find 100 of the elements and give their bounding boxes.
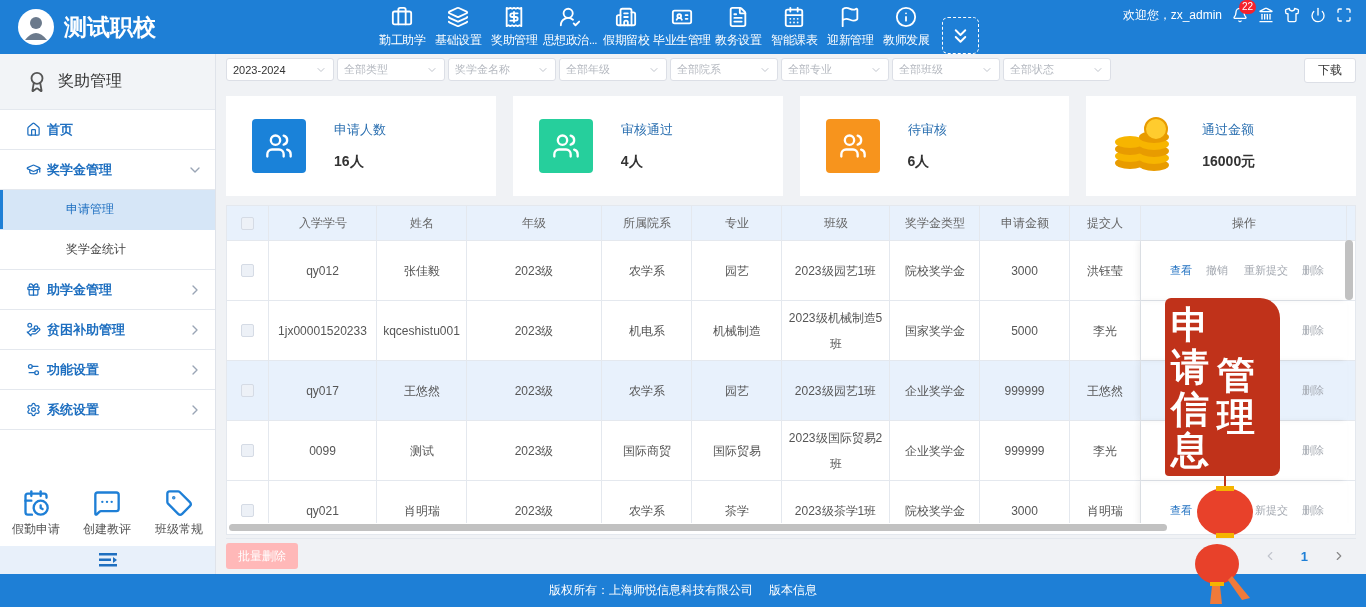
scrollbar[interactable]: [229, 524, 1167, 531]
nav-icon: [895, 6, 917, 28]
copyright: 版权所有：上海师悦信息科技有限公司: [549, 582, 753, 599]
checkbox[interactable]: [241, 324, 254, 337]
nav-item[interactable]: 教务设置: [710, 6, 766, 54]
stat-label: 通过金额: [1202, 121, 1256, 139]
table-cell-text: 2023级: [514, 502, 554, 520]
checkbox[interactable]: [241, 444, 254, 457]
menu-icon: [26, 122, 41, 137]
stat-value: 16人: [334, 153, 365, 171]
filter-select[interactable]: 2023-2024: [226, 58, 334, 81]
school-name: 测试职校: [64, 12, 157, 42]
table-cell-text: 3000: [1011, 262, 1038, 280]
menu-icon: [26, 402, 41, 417]
table-cell-text: qy012: [306, 262, 339, 280]
table-cell-text: qy021: [306, 502, 339, 520]
table-cell-text: 999999: [1004, 442, 1045, 460]
table-cell-text: 农学系: [628, 382, 665, 400]
table-cell-text: 王悠然: [1087, 382, 1123, 400]
nav-icon: [839, 6, 861, 28]
nav-icon: [391, 6, 413, 28]
action-link[interactable]: 查看: [1170, 263, 1192, 278]
checkbox[interactable]: [241, 264, 254, 277]
power-icon[interactable]: [1310, 7, 1326, 23]
nav-item[interactable]: 迎新管理: [822, 6, 878, 54]
shirt-icon[interactable]: [1284, 7, 1300, 23]
table-cell-text: 农学系: [628, 262, 665, 280]
menu-icon: [26, 162, 41, 177]
nav-item[interactable]: 思想政治...: [542, 6, 598, 54]
action-link[interactable]: 查看: [1170, 503, 1192, 518]
collapse-button[interactable]: [0, 546, 215, 574]
checkbox[interactable]: [241, 216, 254, 230]
download-button[interactable]: 下载: [1304, 58, 1356, 83]
table-cell-text: 2023级茶学1班: [794, 502, 877, 520]
stat-value: 6人: [907, 153, 931, 171]
nav-item[interactable]: 奖助管理: [486, 6, 542, 54]
checkbox[interactable]: [241, 504, 254, 517]
table-cell-text: 2023级: [514, 262, 554, 280]
stat-label: 待审核: [907, 121, 947, 139]
nav-icon: [559, 6, 581, 28]
table-cell-text: 企业奖学金: [904, 442, 965, 460]
table-cell-text: 茶学: [724, 502, 749, 520]
nav-icon: [783, 6, 805, 28]
menu-item[interactable]: 首页: [0, 110, 215, 150]
checkbox[interactable]: [241, 384, 254, 397]
table-cell-text: 张佳毅: [403, 262, 440, 280]
greeting: 欢迎您，zx_admin: [1122, 7, 1222, 24]
table-cell-text: 院校奖学金: [904, 502, 965, 520]
more-button[interactable]: [942, 17, 979, 54]
menu-item[interactable]: 系统设置: [0, 390, 215, 430]
table-cell-text: kqceshistu001: [383, 322, 460, 340]
table-cell-text: 农学系: [628, 502, 665, 520]
menu-item[interactable]: 功能设置: [0, 350, 215, 390]
table-cell-text: 肖明瑞: [1087, 502, 1123, 520]
quick-link[interactable]: 创建教评: [83, 489, 132, 538]
submenu-item[interactable]: 申请管理: [0, 190, 215, 230]
quick-link[interactable]: 班级常规: [155, 489, 204, 538]
nav-item[interactable]: 基础设置: [430, 6, 486, 54]
nav-item[interactable]: 勤工助学: [374, 6, 430, 54]
table-cell-text: 国家奖学金: [904, 322, 965, 340]
table-cell-text: 2023级园艺1班: [794, 262, 877, 280]
nav-item[interactable]: 假期留校: [598, 6, 654, 54]
scrollbar[interactable]: [1345, 240, 1353, 300]
table-cell-text: 国际商贸: [622, 442, 671, 460]
nav-icon: [727, 6, 749, 28]
stat-value: 4人: [620, 153, 644, 171]
table-cell-text: 洪钰莹: [1087, 262, 1123, 280]
nav-item[interactable]: 智能课表: [766, 6, 822, 54]
quick-link[interactable]: 假勤申请: [11, 489, 60, 538]
table-cell-text: 999999: [1004, 382, 1045, 400]
table-cell-text: 3000: [1011, 502, 1038, 520]
nav-item[interactable]: 毕业生管理: [654, 6, 710, 54]
quick-link-icon: [165, 489, 194, 517]
table-cell-text: 测试: [409, 442, 434, 460]
nav-icon: [503, 6, 525, 28]
bank-icon[interactable]: [1258, 7, 1274, 23]
nav-item[interactable]: 教师发展: [878, 6, 934, 54]
table-cell-text: 园艺: [724, 262, 749, 280]
menu-icon: [26, 362, 41, 377]
table-cell-text: 李光: [1093, 322, 1117, 340]
table-cell-text: 2023级: [514, 442, 554, 460]
table-cell-text: 机械制造: [712, 322, 761, 340]
nav-icon: [615, 6, 637, 28]
table-cell-text: 企业奖学金: [904, 382, 965, 400]
fullscreen-icon[interactable]: [1336, 7, 1352, 23]
table-cell-text: 院校奖学金: [904, 262, 965, 280]
menu-item[interactable]: 助学金管理: [0, 270, 215, 310]
notification-badge: 22: [1239, 0, 1257, 14]
page-number[interactable]: 1: [1300, 548, 1308, 564]
menu-item[interactable]: 贫困补助管理: [0, 310, 215, 350]
version-link[interactable]: 版本信息: [769, 582, 817, 599]
table-cell-text: 2023级国际贸易2班: [787, 429, 884, 473]
table-cell-text: 2023级机械制造5班: [787, 309, 884, 353]
nav-icon: [447, 6, 469, 28]
table-cell-text: 李光: [1093, 442, 1117, 460]
table-cell-text: qy017: [306, 382, 339, 400]
table-cell-text: 2023级园艺1班: [794, 382, 877, 400]
table-cell-text: 王悠然: [403, 382, 440, 400]
table-cell-text: 2023级: [514, 382, 554, 400]
table-cell-text: 2023级: [514, 322, 554, 340]
